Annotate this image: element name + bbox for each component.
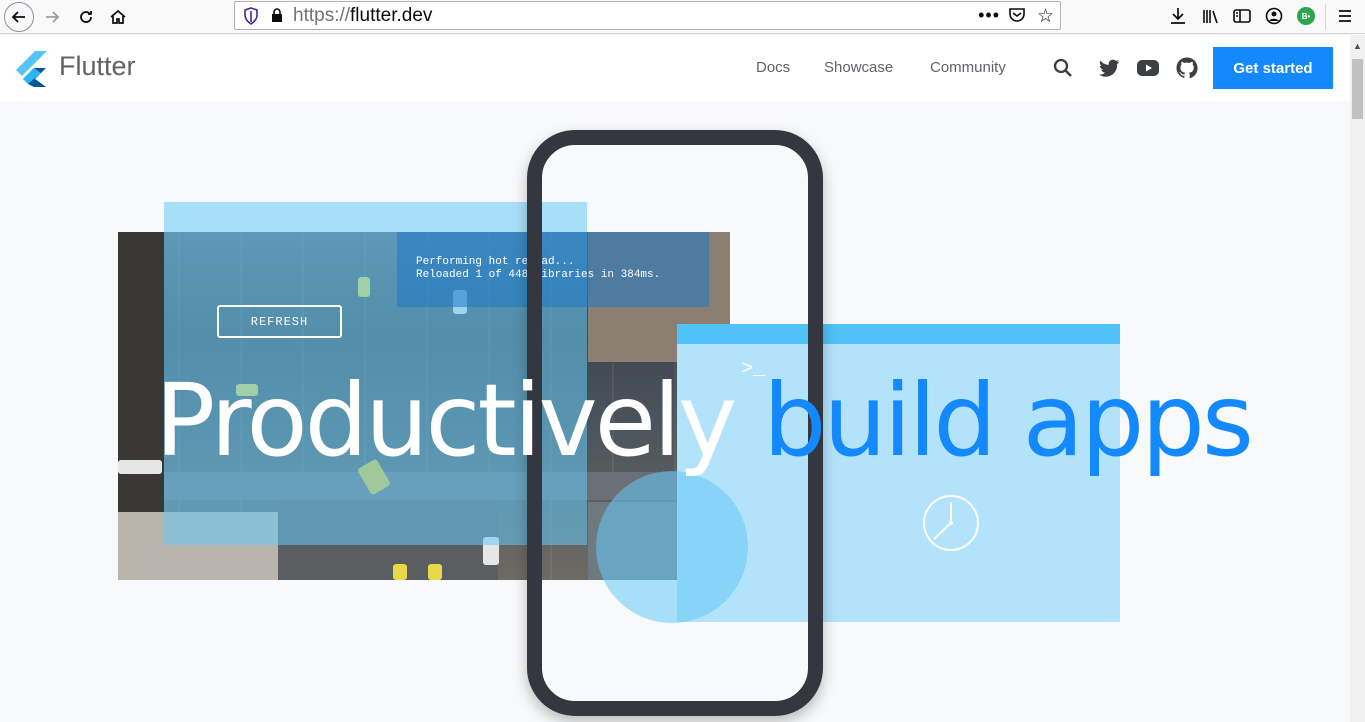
url-protocol: https:// (293, 5, 351, 26)
flutter-logo-icon[interactable] (16, 51, 48, 92)
toolbar-separator (1325, 4, 1326, 30)
url-host: flutter.dev (350, 5, 433, 26)
page-actions-icon[interactable]: ••• (978, 5, 1000, 26)
home-icon (110, 9, 126, 24)
nav-showcase[interactable]: Showcase (824, 59, 893, 76)
scroll-up-icon[interactable]: ▲ (1353, 41, 1362, 51)
nav-community[interactable]: Community (930, 59, 1006, 76)
home-button[interactable] (104, 3, 132, 31)
taxi-car (393, 564, 407, 580)
sidebar-icon[interactable] (1231, 5, 1253, 27)
nav-docs[interactable]: Docs (756, 59, 790, 76)
arrow-left-icon (11, 11, 25, 23)
tracking-protection-icon[interactable] (243, 7, 259, 30)
url-text[interactable]: https://flutter.dev (293, 5, 432, 27)
hero-title-word-1: Productively (155, 362, 737, 479)
taxi-car (428, 564, 442, 580)
library-icon[interactable] (1200, 5, 1222, 27)
clock-icon (922, 494, 980, 557)
logo-text[interactable]: Flutter (59, 51, 136, 82)
scroll-thumb[interactable] (1352, 59, 1363, 119)
back-button[interactable] (4, 2, 34, 32)
hero-section: Performing hot reload... Reloaded 1 of 4… (0, 101, 1350, 722)
extension-badge-icon[interactable]: B• (1295, 5, 1317, 27)
refresh-button[interactable]: REFRESH (217, 305, 342, 338)
downloads-icon[interactable] (1167, 5, 1189, 27)
twitter-icon[interactable] (1097, 56, 1121, 80)
pocket-icon[interactable] (1008, 7, 1026, 28)
page-scrollbar[interactable]: ▲ (1350, 35, 1365, 722)
browser-toolbar: https://flutter.dev ••• ☆ B• (0, 0, 1365, 34)
search-icon[interactable] (1051, 56, 1075, 80)
youtube-icon[interactable] (1136, 56, 1160, 80)
forward-button[interactable] (38, 3, 66, 31)
account-icon[interactable] (1263, 5, 1285, 27)
reload-icon (80, 11, 92, 23)
lock-icon[interactable] (271, 8, 283, 28)
extension-badge-text: B• (1297, 7, 1315, 25)
site-header: Flutter Docs Showcase Community Get star… (0, 35, 1350, 101)
menu-icon[interactable] (1334, 5, 1356, 27)
url-bar[interactable]: https://flutter.dev ••• ☆ (234, 1, 1061, 30)
get-started-button[interactable]: Get started (1213, 47, 1333, 89)
hero-title: Productively build apps (155, 371, 1254, 471)
arrow-right-icon (46, 11, 60, 23)
bookmark-star-icon[interactable]: ☆ (1037, 5, 1054, 28)
hero-title-word-2: build apps (762, 362, 1254, 479)
reload-button[interactable] (72, 3, 100, 31)
github-icon[interactable] (1175, 56, 1199, 80)
